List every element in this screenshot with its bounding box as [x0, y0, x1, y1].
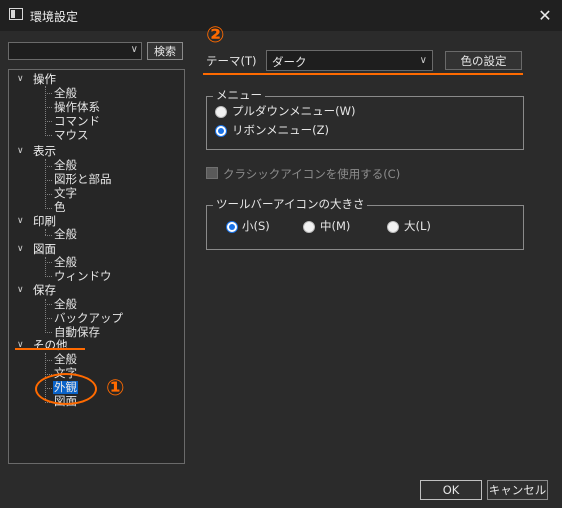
tree-item[interactable]: 全般 — [54, 87, 77, 100]
window-title: 環境設定 — [30, 10, 79, 24]
search-input[interactable]: ∨ — [8, 42, 142, 60]
title-bar: 環境設定 ✕ — [0, 0, 562, 31]
tree-item[interactable]: 全般 — [54, 256, 77, 269]
pulldown-menu-label[interactable]: プルダウンメニュー(W) — [232, 105, 356, 118]
annotation-marker-2: ② — [206, 23, 225, 48]
size-small-radio[interactable] — [226, 221, 238, 233]
tree-item[interactable]: コマンド — [54, 115, 100, 128]
ok-button[interactable]: OK — [420, 480, 482, 500]
chevron-down-icon[interactable]: ∨ — [17, 146, 24, 156]
pulldown-menu-radio[interactable] — [215, 106, 227, 118]
tree-item[interactable]: 全般 — [54, 353, 77, 366]
annotation-circle-appearance — [35, 373, 97, 405]
size-large-label[interactable]: 大(L) — [404, 220, 431, 233]
tree-item[interactable]: バックアップ — [54, 312, 123, 325]
tree-item[interactable]: 全般 — [54, 228, 77, 241]
toolbar-icon-size-label: ツールバーアイコンの大きさ — [213, 198, 368, 211]
tree-item[interactable]: 色 — [54, 201, 66, 214]
close-icon[interactable]: ✕ — [528, 0, 562, 31]
classic-icon-label: クラシックアイコンを使用する(C) — [223, 167, 401, 181]
size-large-radio[interactable] — [387, 221, 399, 233]
settings-tree[interactable]: ∨ 操作 全般 操作体系 コマンド マウス ∨ 表示 全般 図形と部品 文字 色… — [8, 69, 185, 464]
tree-item[interactable]: 操作体系 — [54, 101, 100, 114]
tree-group-print[interactable]: 印刷 — [33, 215, 56, 228]
annotation-underline-theme — [203, 73, 523, 75]
window-icon — [9, 8, 23, 20]
search-button[interactable]: 検索 — [147, 42, 183, 60]
ribbon-menu-radio[interactable] — [215, 125, 227, 137]
size-medium-label[interactable]: 中(M) — [320, 220, 350, 233]
classic-icon-checkbox[interactable] — [206, 167, 218, 179]
theme-select[interactable]: ダーク ∨ — [266, 50, 433, 71]
tree-item[interactable]: ウィンドウ — [54, 270, 112, 283]
tree-group-display[interactable]: 表示 — [33, 145, 56, 158]
color-settings-button[interactable]: 色の設定 — [445, 51, 522, 70]
chevron-down-icon[interactable]: ∨ — [131, 44, 138, 55]
menu-group-label: メニュー — [213, 89, 265, 102]
chevron-down-icon[interactable]: ∨ — [17, 285, 24, 295]
tree-item[interactable]: 全般 — [54, 298, 77, 311]
annotation-underline-other — [15, 348, 85, 350]
size-medium-radio[interactable] — [303, 221, 315, 233]
tree-group-save[interactable]: 保存 — [33, 284, 56, 297]
tree-item[interactable]: 全般 — [54, 159, 77, 172]
cancel-button[interactable]: キャンセル — [487, 480, 548, 500]
theme-label: テーマ(T) — [206, 54, 257, 68]
size-small-label[interactable]: 小(S) — [242, 220, 270, 233]
tree-group-other[interactable]: その他 — [33, 339, 68, 352]
tree-item[interactable]: マウス — [54, 129, 89, 142]
annotation-marker-1: ① — [106, 376, 125, 401]
chevron-down-icon[interactable]: ∨ — [17, 244, 24, 254]
chevron-down-icon[interactable]: ∨ — [17, 74, 24, 84]
tree-group-operation[interactable]: 操作 — [33, 73, 56, 86]
chevron-down-icon[interactable]: ∨ — [420, 55, 427, 66]
tree-group-drawing[interactable]: 図面 — [33, 243, 56, 256]
theme-value: ダーク — [272, 55, 307, 69]
chevron-down-icon[interactable]: ∨ — [17, 216, 24, 226]
ribbon-menu-label[interactable]: リボンメニュー(Z) — [232, 124, 329, 137]
tree-item[interactable]: 文字 — [54, 187, 77, 200]
tree-item[interactable]: 図形と部品 — [54, 173, 112, 186]
